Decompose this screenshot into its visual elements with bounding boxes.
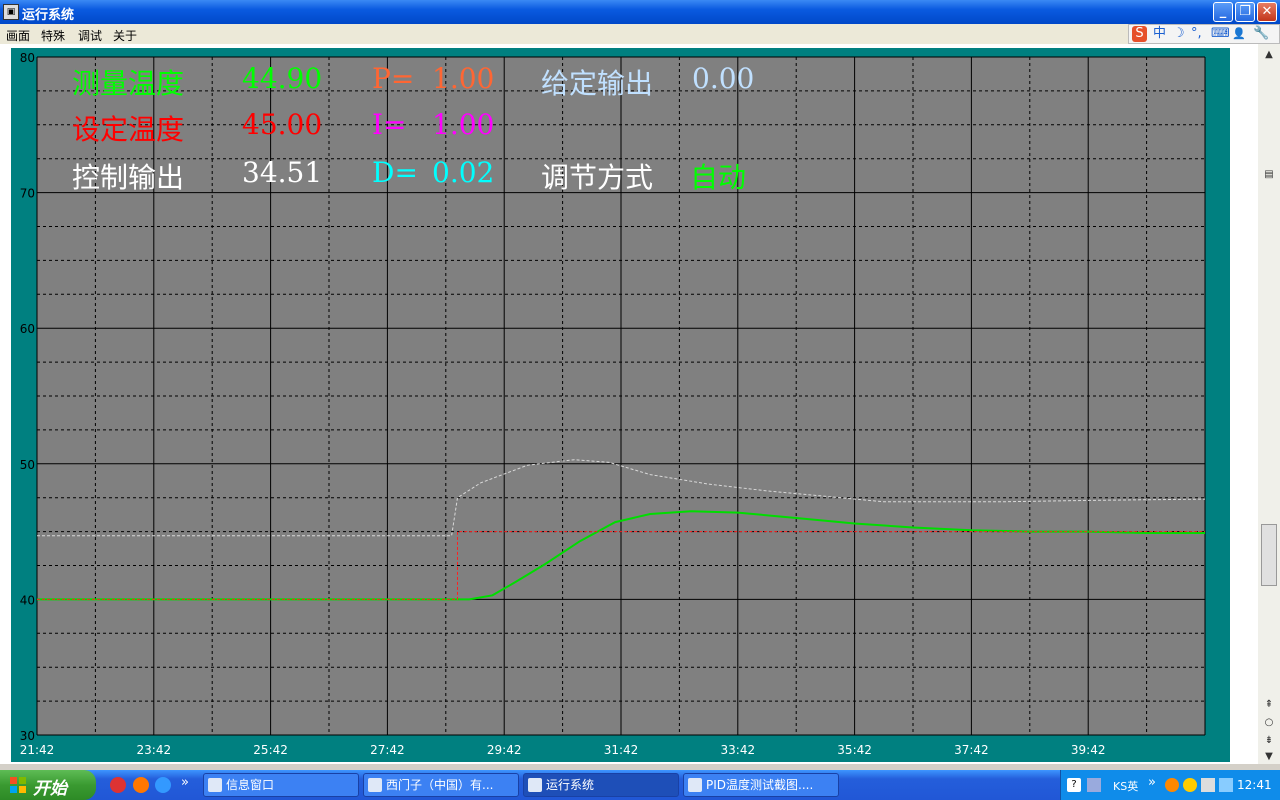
select-browse-icon[interactable]: ○	[1262, 716, 1276, 730]
d-value: 0.02	[432, 156, 495, 189]
i-label: I=	[372, 108, 407, 141]
x-tick-label: 27:42	[370, 743, 405, 757]
task-document-icon	[688, 778, 702, 792]
x-tick-label: 31:42	[604, 743, 639, 757]
windows-logo-icon	[10, 777, 26, 793]
start-label: 开始	[33, 779, 67, 799]
half-width-icon[interactable]: ☽	[1173, 26, 1185, 42]
x-tick-label: 29:42	[487, 743, 522, 757]
x-tick-label: 21:42	[20, 743, 55, 757]
given-output-label: 给定输出	[541, 67, 654, 100]
scroll-up-icon[interactable]: ▲	[1262, 48, 1276, 62]
task-browser-icon	[368, 778, 382, 792]
menu-screen[interactable]: 画面	[6, 27, 30, 44]
help-icon[interactable]: ?	[1067, 778, 1081, 792]
clock[interactable]: 12:41	[1237, 778, 1272, 792]
control-mode-label: 调节方式	[541, 161, 654, 194]
y-tick-label: 60	[20, 322, 35, 336]
task-runtime-system[interactable]: 运行系统	[523, 773, 679, 797]
tray-qq-icon[interactable]	[1183, 778, 1197, 792]
x-axis-labels: 21:42 23:42 25:42 27:42 29:42 31:42 33:42 35:42…	[20, 743, 1106, 757]
task-label: 西门子（中国）有...	[386, 778, 494, 792]
title-bar[interactable]: ▣ 运行系统 _ ❐ ✕	[0, 0, 1280, 24]
quicklaunch-app-icon[interactable]	[110, 777, 126, 793]
task-app-icon	[528, 778, 542, 792]
maximize-button[interactable]: ❐	[1235, 2, 1255, 22]
chinese-mode-icon[interactable]: 中	[1153, 26, 1166, 42]
x-tick-label: 23:42	[137, 743, 172, 757]
app-icon: ▣	[3, 4, 19, 20]
scrollbar-thumb[interactable]	[1261, 524, 1277, 586]
y-tick-label: 30	[20, 729, 35, 743]
given-output-value: 0.00	[692, 62, 755, 95]
p-value: 1.00	[432, 62, 495, 95]
quicklaunch-maxthon-icon[interactable]	[133, 777, 149, 793]
x-tick-label: 37:42	[954, 743, 989, 757]
y-axis-labels: 80 70 60 50 40 30	[20, 51, 35, 743]
start-button[interactable]: 开始	[0, 770, 96, 800]
control-output-label: 控制输出	[72, 161, 185, 194]
y-tick-label: 40	[20, 593, 35, 607]
x-tick-label: 33:42	[721, 743, 756, 757]
setpoint-temp-value: 45.00	[242, 108, 323, 141]
task-info-window[interactable]: 信息窗口	[203, 773, 359, 797]
quicklaunch-more-icon[interactable]: »	[181, 775, 189, 790]
ime-toolbar: S 中 ☽ °, ⌨ 👤 🔧	[1128, 24, 1280, 44]
tray-more-icon[interactable]: »	[1148, 775, 1156, 790]
menu-special[interactable]: 特殊	[41, 27, 65, 44]
user-icon[interactable]: 👤	[1232, 26, 1246, 42]
y-tick-label: 80	[20, 51, 35, 65]
measured-temp-value: 44.90	[242, 62, 323, 95]
task-label: PID温度测试截图....	[706, 778, 814, 792]
y-tick-label: 70	[20, 187, 35, 201]
next-page-icon[interactable]: ⇟	[1262, 734, 1276, 748]
minimize-button[interactable]: _	[1213, 2, 1233, 22]
page-icon[interactable]: ▤	[1262, 168, 1276, 182]
control-output-value: 34.51	[242, 156, 323, 189]
x-tick-label: 39:42	[1071, 743, 1106, 757]
control-mode-value: 自动	[690, 161, 747, 194]
tray-volume-icon[interactable]	[1201, 778, 1215, 792]
task-label: 运行系统	[546, 778, 595, 792]
language-icon[interactable]	[1087, 778, 1101, 792]
menu-about[interactable]: 关于	[113, 27, 137, 44]
punctuation-icon[interactable]: °,	[1191, 26, 1202, 42]
close-button[interactable]: ✕	[1257, 2, 1277, 22]
sogou-icon[interactable]: S	[1132, 26, 1147, 42]
d-label: D=	[372, 156, 418, 189]
p-label: P=	[372, 62, 415, 95]
x-tick-label: 25:42	[253, 743, 288, 757]
quicklaunch-browser-icon[interactable]	[155, 777, 171, 793]
menu-bar: 画面 特殊 调试 关于	[0, 24, 1280, 44]
task-app-icon	[208, 778, 222, 792]
task-pid-screenshot-doc[interactable]: PID温度测试截图....	[683, 773, 839, 797]
temperature-trend-chart: 80 70 60 50 40 30 21:42 23:42 25:42 27:42 29:42 31…	[20, 51, 1206, 757]
task-siemens-browser[interactable]: 西门子（中国）有...	[363, 773, 519, 797]
window-title: 运行系统	[22, 8, 75, 23]
measured-temp-label: 测量温度	[72, 67, 185, 100]
x-tick-label: 35:42	[837, 743, 872, 757]
keyboard-icon[interactable]: ⌨	[1211, 26, 1230, 42]
ks-ime-indicator[interactable]: KS英	[1113, 778, 1138, 794]
scroll-down-icon[interactable]: ▼	[1262, 750, 1276, 764]
vertical-scrollbar[interactable]: ▲ ▤ ⇞ ○ ⇟ ▼	[1258, 44, 1280, 764]
menu-debug[interactable]: 调试	[78, 27, 102, 44]
task-label: 信息窗口	[226, 778, 275, 792]
tray-network-icon[interactable]	[1219, 778, 1233, 792]
tray-app-icon[interactable]	[1165, 778, 1179, 792]
settings-wrench-icon[interactable]: 🔧	[1253, 26, 1269, 42]
i-value: 1.00	[432, 108, 495, 141]
prev-page-icon[interactable]: ⇞	[1262, 698, 1276, 712]
taskbar: 开始 » 信息窗口 西门子（中国）有... 运行系统 PID温度测试截图....…	[0, 770, 1280, 800]
setpoint-temp-label: 设定温度	[72, 113, 185, 146]
y-tick-label: 50	[20, 458, 35, 472]
